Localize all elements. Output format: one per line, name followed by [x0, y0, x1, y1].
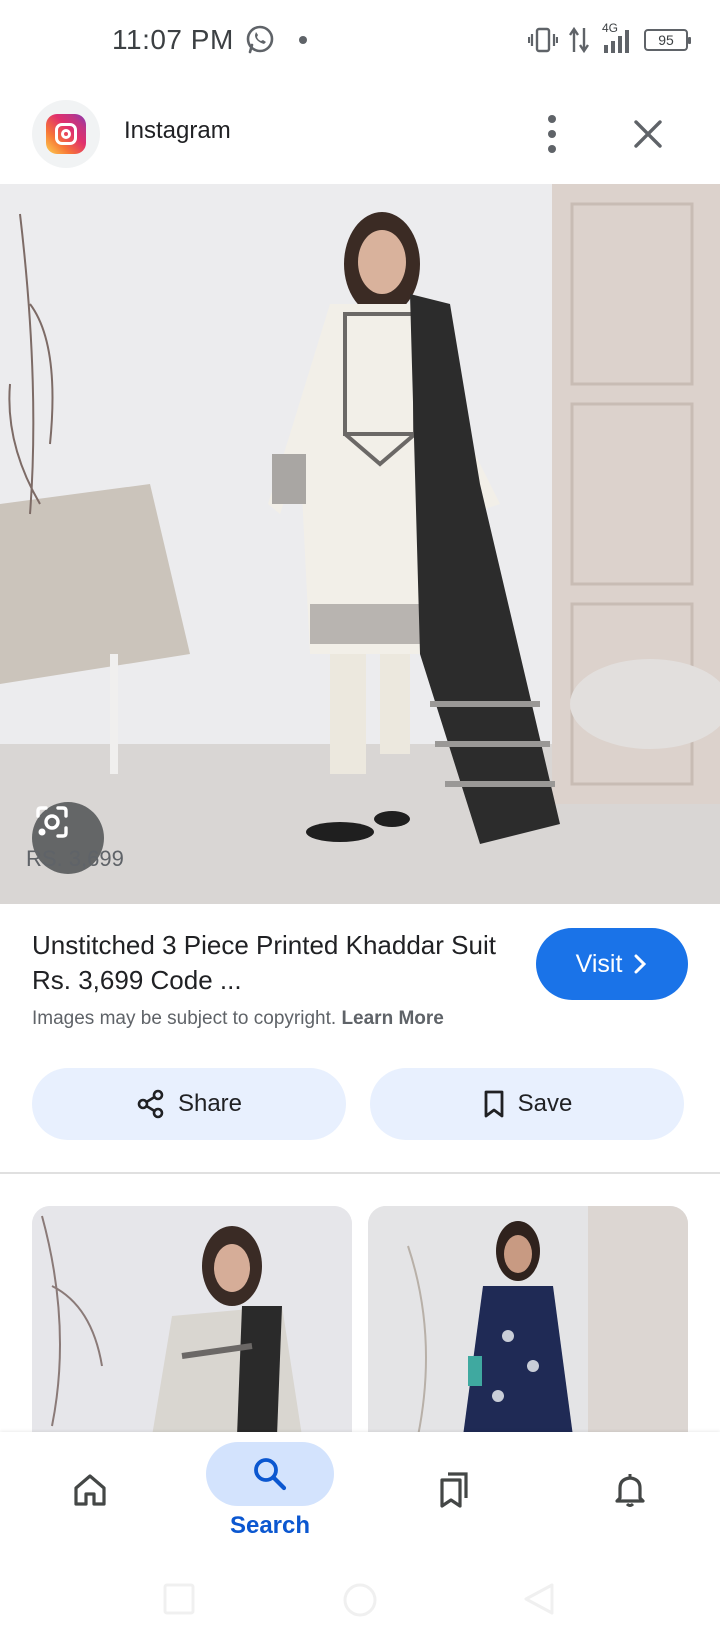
vibrate-icon	[528, 27, 558, 53]
recents-icon[interactable]	[162, 1582, 196, 1616]
close-icon[interactable]	[624, 110, 672, 158]
status-bar: 11:07 PM 4G 95	[0, 0, 720, 82]
notifications-icon	[615, 1474, 645, 1507]
bottom-navigation: Search	[0, 1432, 720, 1560]
battery-icon: 95	[644, 29, 691, 51]
instagram-logo-icon	[46, 114, 86, 154]
nav-search[interactable]: Search	[200, 1432, 340, 1560]
search-icon	[254, 1458, 287, 1491]
save-button[interactable]: Save	[370, 1068, 684, 1140]
share-icon	[137, 1089, 164, 1119]
copyright-notice: Images may be subject to copyright. Lear…	[32, 1008, 444, 1030]
home-icon	[74, 1474, 106, 1506]
bookmark-icon	[484, 1090, 504, 1118]
system-navigation-bar	[0, 1560, 720, 1640]
notification-dot-icon	[299, 36, 307, 44]
nav-notifications[interactable]	[560, 1432, 700, 1560]
more-vert-icon[interactable]	[532, 108, 572, 160]
source-name[interactable]: Instagram	[124, 117, 231, 145]
battery-level: 95	[658, 32, 674, 48]
source-header: Instagram	[0, 92, 720, 182]
visit-label: Visit	[575, 949, 623, 978]
collections-icon	[440, 1472, 468, 1508]
nav-home[interactable]	[20, 1432, 160, 1560]
nav-search-label: Search	[229, 1512, 311, 1539]
share-button[interactable]: Share	[32, 1068, 346, 1140]
copyright-text: Images may be subject to copyright.	[32, 1008, 337, 1029]
visit-button[interactable]: Visit	[536, 928, 688, 1000]
learn-more-link[interactable]: Learn More	[341, 1008, 443, 1029]
home-system-icon[interactable]	[342, 1582, 378, 1618]
data-arrows-icon	[569, 26, 589, 54]
back-icon[interactable]	[522, 1582, 556, 1616]
source-logo[interactable]	[32, 100, 100, 168]
image-price-overlay: RS. 3,699	[26, 846, 124, 871]
related-image-1[interactable]	[32, 1206, 352, 1436]
nav-collections[interactable]	[380, 1432, 520, 1560]
signal-icon: 4G	[600, 21, 634, 55]
product-photo	[0, 184, 720, 904]
status-time: 11:07 PM	[112, 24, 234, 55]
section-divider	[0, 1172, 720, 1174]
status-icons: 4G 95	[528, 21, 691, 58]
result-title[interactable]: Unstitched 3 Piece Printed Khaddar Suit …	[32, 928, 502, 998]
chevron-right-icon	[634, 954, 647, 974]
related-image-2[interactable]	[368, 1206, 688, 1436]
main-image[interactable]: RS. 3,699	[0, 184, 720, 904]
whatsapp-icon	[246, 25, 274, 54]
save-label: Save	[517, 1090, 573, 1117]
share-label: Share	[177, 1090, 243, 1117]
